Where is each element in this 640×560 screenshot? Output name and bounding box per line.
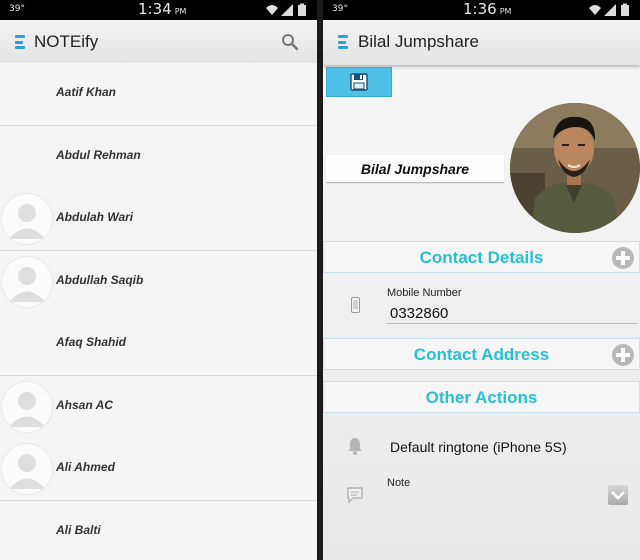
action-bar: Bilal Jumpshare <box>323 20 640 65</box>
contacts-list-screen: 39° 1:34 PM NOTEify Aatif Khan Abdul Rehma… <box>0 0 317 560</box>
contact-name: Aatif Khan <box>56 85 116 99</box>
status-icons <box>589 3 629 16</box>
status-icons <box>266 3 306 16</box>
contact-name: Abdulah Wari <box>56 210 134 224</box>
temperature-indicator: 39° <box>332 4 348 14</box>
contact-title: Bilal Jumpshare <box>358 32 479 51</box>
drawer-menu-icon[interactable] <box>338 35 348 49</box>
contact-name: Ali Balti <box>56 522 101 537</box>
signal-icon <box>604 4 616 16</box>
contact-name: Afaq Shahid <box>56 335 127 349</box>
contact-photo-image <box>510 103 640 233</box>
battery-icon <box>298 3 306 16</box>
contact-name: Abdullah Saqib <box>56 272 144 287</box>
drawer-menu-icon[interactable] <box>15 35 25 49</box>
phone-icon <box>351 297 360 313</box>
contact-row[interactable]: Abdul Rehman <box>0 125 317 189</box>
contact-address-title: Contact Address <box>413 345 550 364</box>
default-avatar-icon <box>2 444 52 494</box>
note-dropdown-button[interactable] <box>608 485 628 505</box>
action-bar: NOTEify <box>0 20 317 65</box>
contact-address-header[interactable]: Contact Address <box>323 338 640 370</box>
wifi-icon <box>266 5 278 15</box>
save-button[interactable] <box>326 67 392 97</box>
contact-name: Ahsan AC <box>56 397 113 412</box>
battery-icon <box>621 3 629 16</box>
chevron-down-icon <box>611 491 625 500</box>
ringtone-selector[interactable]: Default ringtone (iPhone 5S) <box>390 439 567 455</box>
clock: 1:36 PM <box>463 0 512 18</box>
mobile-number-value[interactable]: 0332860 <box>390 305 448 322</box>
search-icon[interactable] <box>281 33 299 51</box>
contact-row[interactable]: Abdullah Saqib <box>0 250 317 314</box>
app-title: NOTEify <box>34 32 99 51</box>
status-bar: 39° 1:34 PM <box>0 0 317 20</box>
contact-details-title: Contact Details <box>419 248 544 267</box>
bell-icon <box>348 438 362 455</box>
contact-name-text: Bilal Jumpshare <box>360 161 470 177</box>
other-actions-header[interactable]: Other Actions <box>323 381 640 413</box>
contact-row[interactable]: Ali Balti <box>0 500 317 560</box>
add-detail-icon[interactable] <box>611 246 635 270</box>
note-icon <box>347 487 363 504</box>
signal-icon <box>281 4 293 16</box>
default-avatar-icon <box>2 381 52 432</box>
add-address-icon[interactable] <box>611 343 635 367</box>
contact-photo[interactable] <box>510 103 640 233</box>
contact-row[interactable]: Afaq Shahid <box>0 313 317 376</box>
status-bar: 39° 1:36 PM <box>323 0 640 20</box>
contact-row[interactable]: Aatif Khan <box>0 63 317 126</box>
contact-details-header[interactable]: Contact Details <box>323 241 640 273</box>
mobile-number-label: Mobile Number <box>387 287 462 299</box>
contact-row[interactable]: Ali Ahmed <box>0 438 317 501</box>
clock: 1:34 PM <box>138 0 187 18</box>
default-avatar-icon <box>2 256 52 307</box>
contact-detail-screen: 39° 1:36 PM Bilal Jumpshare Bilal Jumpsha… <box>323 0 640 560</box>
mobile-number-underline <box>386 323 638 324</box>
temperature-indicator: 39° <box>9 4 25 14</box>
default-avatar-icon <box>2 194 52 244</box>
note-label: Note <box>387 477 411 489</box>
contact-row[interactable]: Abdulah Wari <box>0 188 317 251</box>
contact-name: Ali Ahmed <box>56 460 115 474</box>
save-disk-icon <box>350 73 368 91</box>
other-actions-title: Other Actions <box>425 388 538 407</box>
wifi-icon <box>589 5 601 15</box>
contact-name-field[interactable]: Bilal Jumpshare <box>326 155 504 183</box>
contact-row[interactable]: Ahsan AC <box>0 375 317 439</box>
contact-name: Abdul Rehman <box>56 147 141 162</box>
